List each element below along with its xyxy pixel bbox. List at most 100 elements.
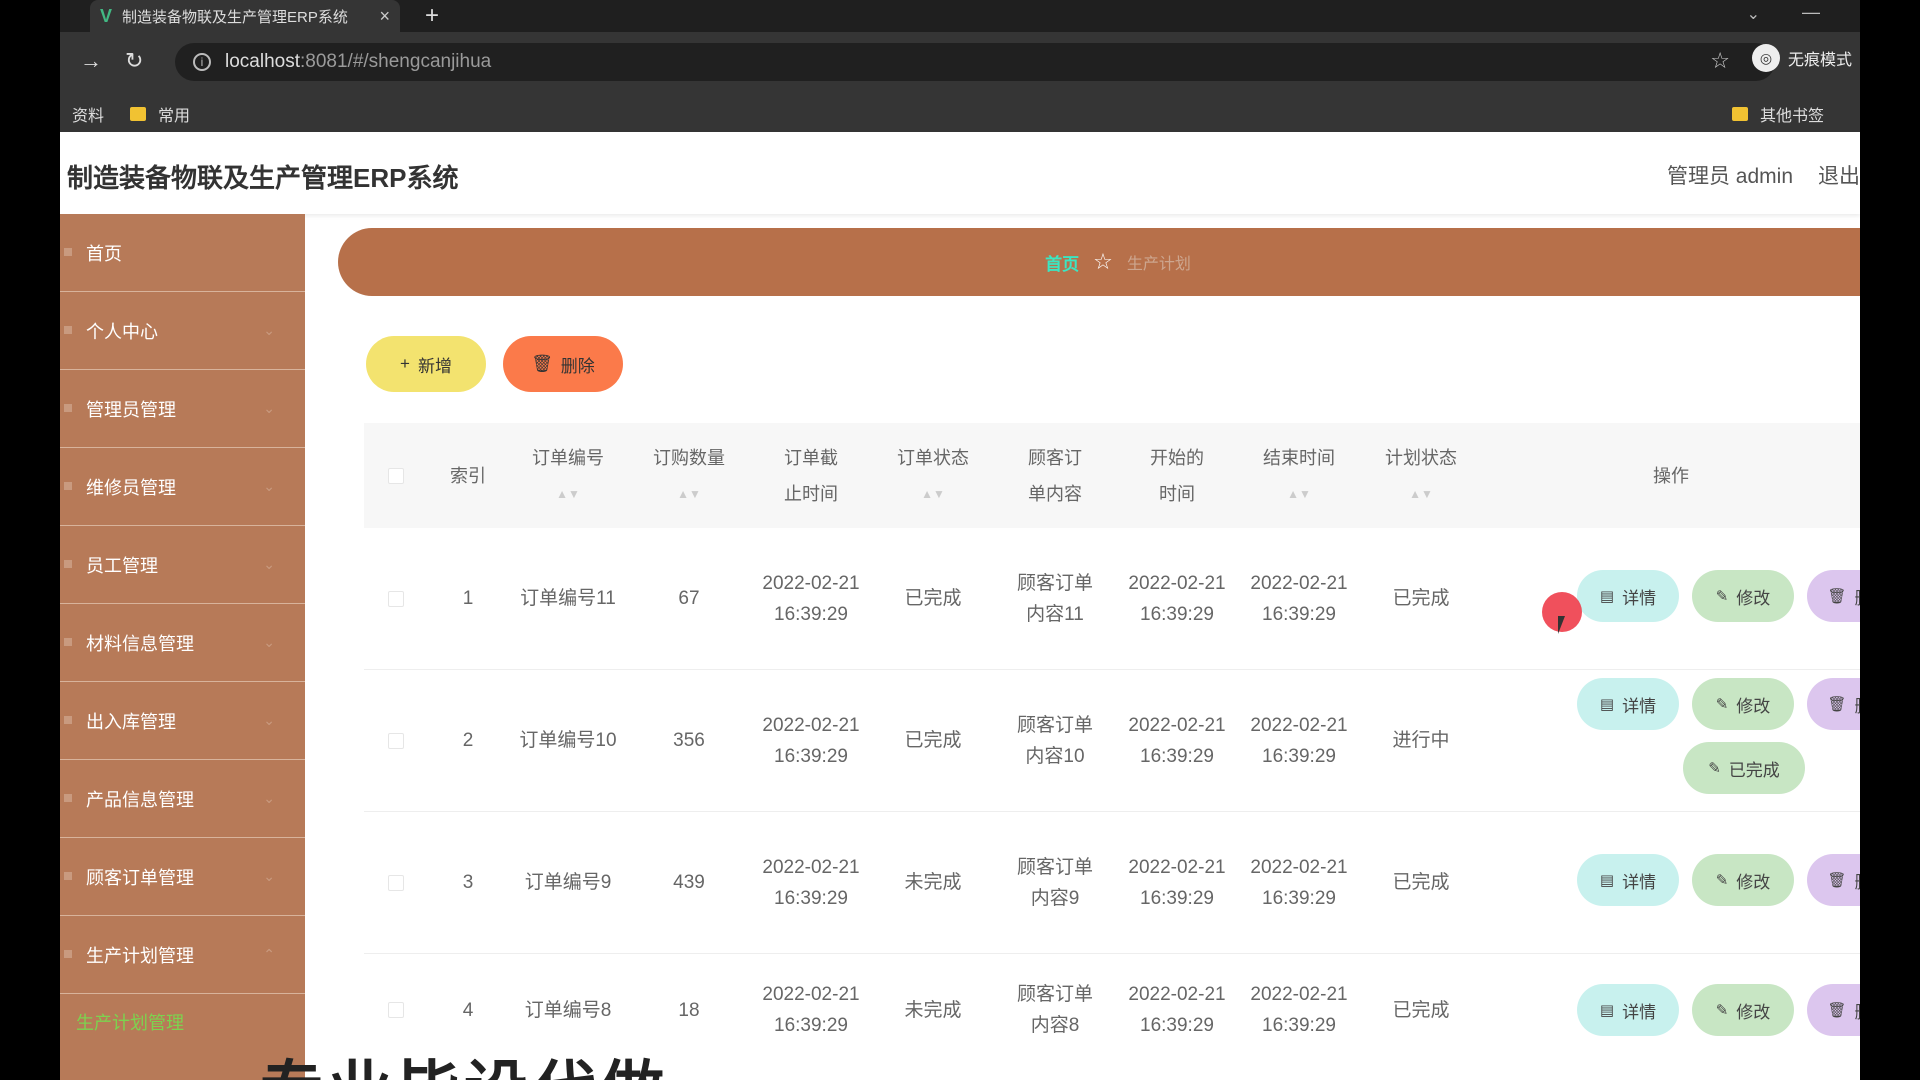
- reload-icon[interactable]: ↻: [125, 48, 143, 74]
- bookmarks-bar: 资料 常用 其他书签: [60, 92, 1860, 132]
- row-checkbox[interactable]: [388, 1002, 404, 1018]
- sort-icon[interactable]: ▲▼: [1409, 476, 1433, 512]
- row-checkbox-cell[interactable]: [364, 812, 428, 953]
- star-icon: ☆: [1093, 249, 1113, 274]
- tab-search-chevron-icon[interactable]: ⌄: [1747, 4, 1760, 24]
- bookmark-folder[interactable]: 常用: [130, 102, 190, 126]
- site-info-icon[interactable]: i: [193, 53, 211, 71]
- cell-order-no: 订单编号9: [524, 872, 612, 893]
- folder-icon: [1732, 107, 1748, 121]
- sidebar-item-production-plans[interactable]: 生产计划管理 ⌃: [60, 916, 305, 994]
- sort-icon[interactable]: ▲▼: [1287, 476, 1311, 512]
- url-field[interactable]: i localhost:8081/#/shengcanjihua: [175, 43, 1775, 81]
- header-end[interactable]: 结束时间 ▲▼: [1238, 423, 1360, 528]
- edit-button[interactable]: ✎ 修改: [1692, 984, 1794, 1036]
- browser-tab[interactable]: V 制造装备物联及生产管理ERP系统 ×: [90, 0, 400, 32]
- sidebar-item-inventory[interactable]: 出入库管理 ⌄: [60, 682, 305, 760]
- logout-link[interactable]: 退出: [1818, 160, 1860, 190]
- sidebar-item-repairers[interactable]: 维修员管理 ⌄: [60, 448, 305, 526]
- url-host: localhost: [225, 51, 300, 72]
- chevron-down-icon: ⌄: [263, 556, 275, 572]
- other-bookmarks[interactable]: 其他书签: [1732, 102, 1824, 126]
- forward-icon[interactable]: →: [80, 48, 102, 74]
- document-icon: ▤: [1599, 588, 1615, 605]
- trash-icon: 🗑: [1827, 872, 1847, 889]
- detail-button[interactable]: ▤ 详情: [1577, 678, 1679, 730]
- detail-button[interactable]: ▤ 详情: [1577, 984, 1679, 1036]
- edit-button[interactable]: ✎ 修改: [1692, 854, 1794, 906]
- header-customer-order[interactable]: 顾客订单内容: [994, 423, 1116, 528]
- sidebar-item-customer-orders[interactable]: 顾客订单管理 ⌄: [60, 838, 305, 916]
- cell-plan-status: 进行中: [1392, 730, 1450, 751]
- sidebar-item-admins[interactable]: 管理员管理 ⌄: [60, 370, 305, 448]
- select-all-checkbox-cell[interactable]: [364, 423, 428, 528]
- mark-complete-button[interactable]: ✎ 已完成: [1683, 742, 1805, 794]
- cell-qty: 439: [673, 872, 705, 893]
- sidebar-item-materials[interactable]: 材料信息管理 ⌄: [60, 604, 305, 682]
- minimize-icon[interactable]: —: [1802, 2, 1820, 23]
- header-order-no[interactable]: 订单编号 ▲▼: [508, 423, 628, 528]
- sidebar-item-employees[interactable]: 员工管理 ⌄: [60, 526, 305, 604]
- row-checkbox-cell[interactable]: [364, 528, 428, 669]
- chevron-down-icon: ⌄: [263, 634, 275, 650]
- cell-customer-order: 顾客订单内容11: [1016, 572, 1093, 625]
- cell-start: 2022-02-21 16:39:29: [1128, 714, 1226, 767]
- cell-index: 1: [462, 588, 474, 609]
- cell-customer-order: 顾客订单内容10: [1016, 714, 1093, 767]
- row-checkbox[interactable]: [388, 590, 404, 607]
- row-checkbox[interactable]: [388, 732, 404, 749]
- cell-index: 2: [462, 730, 474, 751]
- chevron-down-icon: ⌄: [263, 478, 275, 494]
- edit-button[interactable]: ✎ 修改: [1692, 570, 1794, 622]
- select-all-checkbox[interactable]: [388, 467, 404, 484]
- pencil-icon: ✎: [1715, 1002, 1729, 1019]
- delete-button[interactable]: 🗑删除: [1807, 984, 1860, 1036]
- sidebar-item-products[interactable]: 产品信息管理 ⌄: [60, 760, 305, 838]
- sort-icon[interactable]: ▲▼: [556, 476, 580, 512]
- header-deadline[interactable]: 订单截止时间: [750, 423, 872, 528]
- screen: V 制造装备物联及生产管理ERP系统 × + ⌄ — → ↻ i localho…: [60, 0, 1860, 1080]
- plan-table: 索引 订单编号 ▲▼ 订购数量 ▲▼ 订单截止时间 订单状态 ▲▼ 顾客订单内容 开始…: [364, 423, 1860, 1036]
- tab-title: 制造装备物联及生产管理ERP系统: [122, 8, 348, 26]
- trash-icon: 🗑: [1827, 696, 1847, 713]
- edit-button[interactable]: ✎ 修改: [1692, 678, 1794, 730]
- folder-icon: [130, 107, 146, 121]
- header-plan-status[interactable]: 计划状态 ▲▼: [1360, 423, 1482, 528]
- batch-delete-button[interactable]: 🗑 删除: [503, 336, 623, 392]
- add-button[interactable]: + 新增: [366, 336, 486, 392]
- trash-icon: 🗑: [1827, 588, 1847, 605]
- cell-deadline: 2022-02-21 16:39:29: [762, 572, 860, 625]
- cell-order-status: 未完成: [904, 872, 962, 893]
- bookmark-star-icon[interactable]: ☆: [1710, 48, 1730, 74]
- sidebar-item-profile[interactable]: 个人中心 ⌄: [60, 292, 305, 370]
- profile-label: 无痕模式: [1787, 52, 1852, 69]
- header-start[interactable]: 开始的时间: [1116, 423, 1238, 528]
- detail-button[interactable]: ▤ 详情: [1577, 570, 1679, 622]
- row-checkbox-cell[interactable]: [364, 670, 428, 811]
- row-checkbox[interactable]: [388, 874, 404, 891]
- incognito-profile[interactable]: ◎ 无痕模式: [1751, 44, 1852, 72]
- delete-button[interactable]: 🗑删除: [1807, 854, 1860, 906]
- delete-button[interactable]: 🗑删除: [1807, 570, 1860, 622]
- header-order-status[interactable]: 订单状态 ▲▼: [872, 423, 994, 528]
- delete-button[interactable]: 🗑删除: [1807, 678, 1860, 730]
- cell-qty: 356: [673, 730, 705, 751]
- sort-icon[interactable]: ▲▼: [677, 476, 701, 512]
- header-actions: 操作: [1653, 465, 1689, 486]
- mouse-pointer-icon: [1558, 616, 1572, 634]
- sidebar-item-home[interactable]: 首页: [60, 214, 305, 292]
- new-tab-icon[interactable]: +: [425, 2, 439, 30]
- detail-button[interactable]: ▤ 详情: [1577, 854, 1679, 906]
- document-icon: ▤: [1599, 872, 1615, 889]
- chevron-down-icon: ⌄: [263, 868, 275, 884]
- bookmark-item[interactable]: 资料: [72, 102, 104, 126]
- vue-logo-icon: V: [100, 5, 113, 26]
- trash-icon: 🗑: [1827, 1002, 1847, 1019]
- close-tab-icon[interactable]: ×: [379, 6, 390, 27]
- sort-icon[interactable]: ▲▼: [921, 476, 945, 512]
- cell-end: 2022-02-21 16:39:29: [1250, 572, 1348, 625]
- table-row: 1 订单编号11 67 2022-02-21 16:39:29 已完成 顾客订单…: [364, 528, 1860, 670]
- breadcrumb-home[interactable]: 首页: [1045, 250, 1079, 275]
- header-qty[interactable]: 订购数量 ▲▼: [628, 423, 750, 528]
- app-title: 制造装备物联及生产管理ERP系统: [67, 163, 459, 193]
